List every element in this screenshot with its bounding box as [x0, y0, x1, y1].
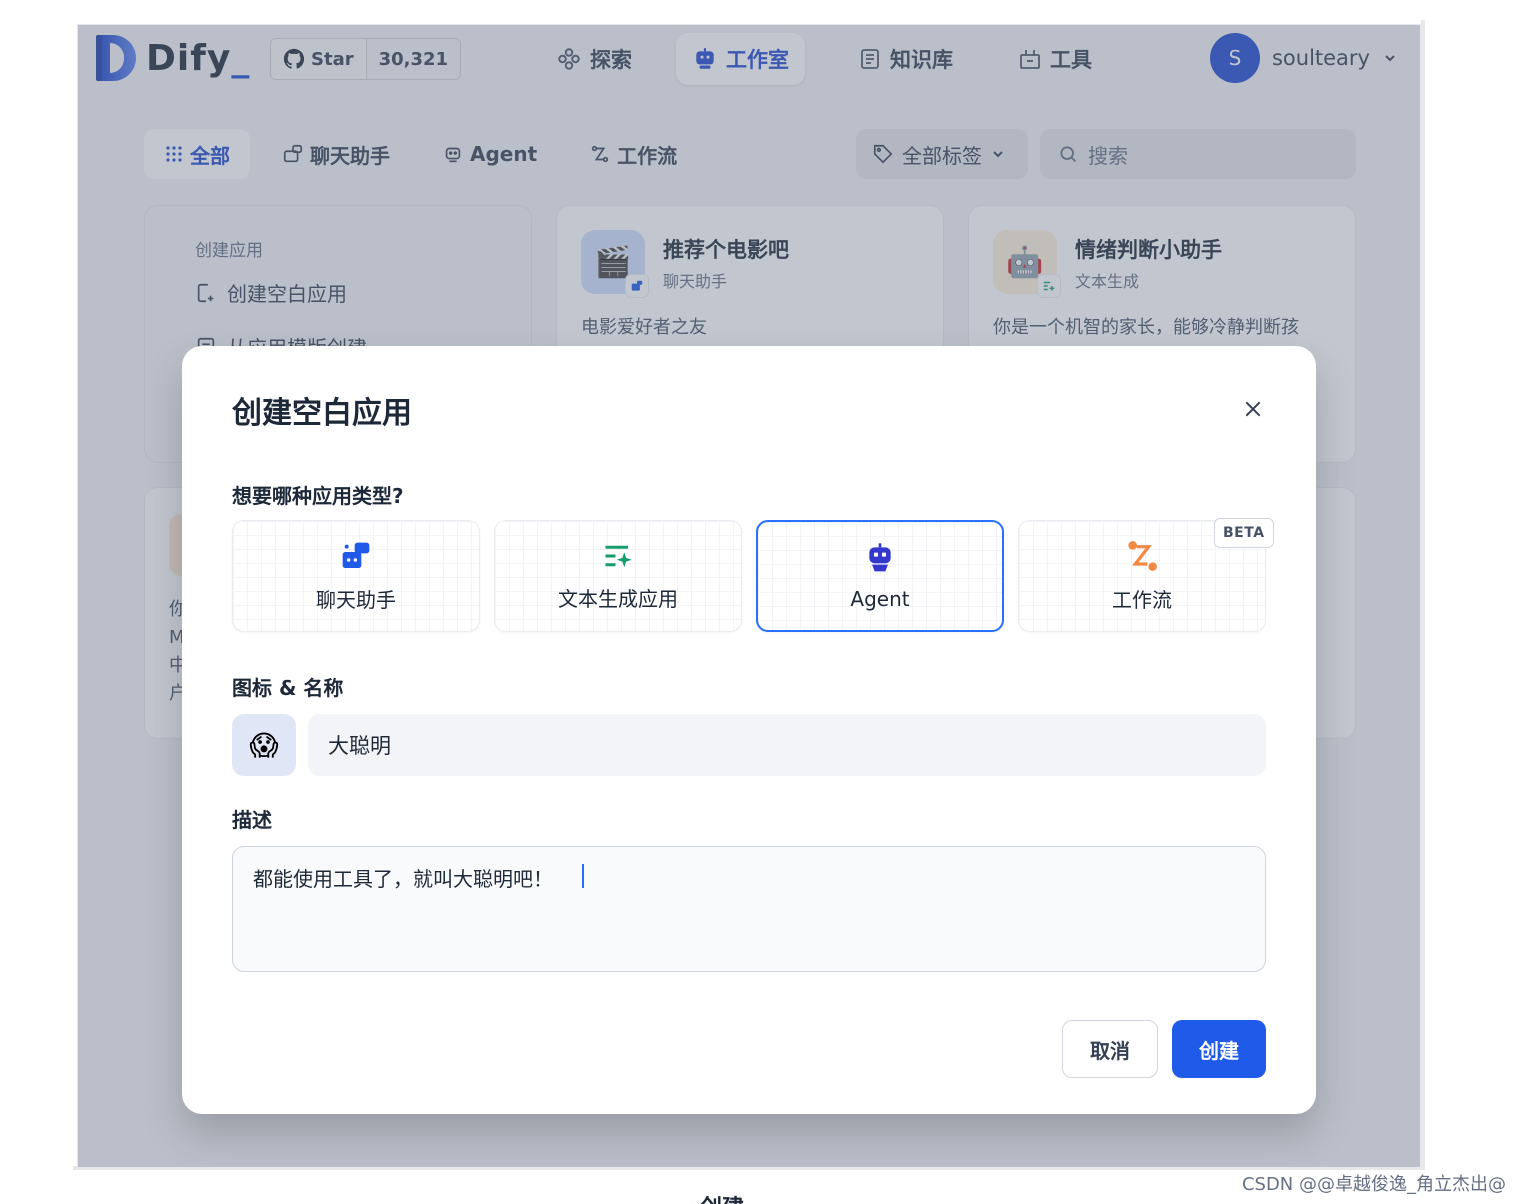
watermark: CSDN @@卓越俊逸_角立杰出@ — [1241, 1174, 1506, 1195]
figure-caption: 创建 — [700, 1190, 744, 1204]
type-option-label: Agent — [850, 587, 910, 611]
description-textarea[interactable]: 都能使用工具了，就叫大聪明吧！ — [232, 846, 1266, 972]
description-label: 描述 — [232, 808, 272, 832]
app-emoji-picker[interactable]: 😱 — [232, 714, 296, 776]
icon-name-label: 图标 & 名称 — [232, 676, 344, 700]
modal-title: 创建空白应用 — [232, 396, 412, 431]
type-option-label: 工作流 — [1112, 587, 1172, 612]
text-generation-icon — [605, 545, 632, 567]
workflow-icon — [1128, 540, 1157, 571]
chat-assistant-icon — [342, 542, 370, 568]
close-icon — [1245, 401, 1261, 417]
app-type-label: 想要哪种应用类型? — [232, 484, 404, 508]
create-button[interactable]: 创建 — [1172, 1020, 1266, 1078]
type-option-chat-assistant[interactable]: 聊天助手 — [232, 520, 480, 632]
agent-robot-icon — [869, 543, 891, 572]
create-app-modal: 创建空白应用 想要哪种应用类型? 聊天助手 文本生成应用 Agent 工作流 B… — [182, 346, 1316, 1114]
type-option-text-generation[interactable]: 文本生成应用 — [494, 520, 742, 632]
beta-badge: BETA — [1214, 518, 1274, 548]
cancel-button[interactable]: 取消 — [1062, 1020, 1158, 1078]
type-option-label: 聊天助手 — [316, 587, 396, 612]
type-option-label: 文本生成应用 — [558, 586, 678, 611]
close-button[interactable] — [1240, 396, 1266, 422]
text-caret — [582, 864, 584, 888]
app-name-input[interactable] — [308, 714, 1266, 776]
type-option-agent[interactable]: Agent — [756, 520, 1004, 632]
